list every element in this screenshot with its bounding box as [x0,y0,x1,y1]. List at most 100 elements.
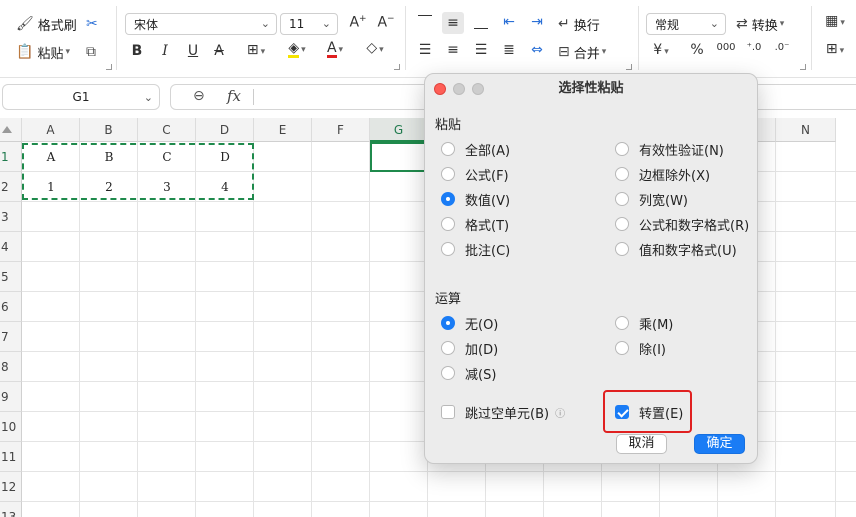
copy-button[interactable]: ⧉ [86,40,96,64]
column-header-d[interactable]: D [196,118,254,142]
decrease-indent-icon[interactable]: ⇤ [500,14,518,30]
info-icon[interactable]: ⓘ [555,405,565,420]
percent-icon[interactable]: % [688,42,706,58]
column-header-f[interactable]: F [312,118,370,142]
format-painter-button[interactable]: 🖌 格式刷 [16,12,77,36]
align-bottom-icon[interactable]: ⎽ [472,14,490,30]
column-header-n[interactable]: N [776,118,836,142]
radio-button[interactable] [615,217,629,231]
increase-font-icon[interactable]: A+ [348,14,368,31]
alignment-group-launcher[interactable] [626,64,632,70]
row-header-7[interactable]: 7 [0,322,22,352]
radio-button[interactable] [441,142,455,156]
name-box[interactable]: G1 ⌄ [2,84,160,110]
operation-option-radio[interactable]: 减(S) [441,364,496,383]
zoom-icon[interactable]: ⊖ [193,88,205,104]
currency-icon[interactable]: ¥ ▾ [648,42,674,58]
paste-option-radio[interactable]: 公式和数字格式(R) [615,215,749,234]
wrap-text-button[interactable]: ↵ 换行 [558,12,600,36]
row-header-3[interactable]: 3 [0,202,22,232]
radio-button[interactable] [615,167,629,181]
justify-icon[interactable]: ≣ [500,42,518,58]
italic-icon[interactable]: I [158,43,172,59]
paste-option-radio[interactable]: 格式(T) [441,215,509,234]
align-middle-icon[interactable]: ≡ [442,12,464,34]
paste-option-radio[interactable]: 批注(C) [441,240,510,259]
cut-button[interactable]: ✂ [86,12,98,36]
fx-icon[interactable]: fx [227,87,241,105]
column-header-c[interactable]: C [138,118,196,142]
row-header-2[interactable]: 2 [0,172,22,202]
radio-button[interactable] [441,167,455,181]
column-header-e[interactable]: E [254,118,312,142]
conditional-format-icon[interactable]: ▦ ▾ [820,13,850,29]
row-header-9[interactable]: 9 [0,382,22,412]
underline-icon[interactable]: U [186,43,200,59]
decrease-font-icon[interactable]: A− [376,14,396,31]
radio-button[interactable] [441,316,455,330]
clear-format-icon[interactable]: ◇ ▾ [360,40,390,56]
radio-button[interactable] [615,142,629,156]
radio-button[interactable] [615,341,629,355]
row-header-12[interactable]: 12 [0,472,22,502]
font-size-select[interactable]: 11 ⌄ [280,13,338,35]
operation-option-radio[interactable]: 加(D) [441,339,498,358]
cancel-button[interactable]: 取消 [616,434,667,454]
row-header-11[interactable]: 11 [0,442,22,472]
font-group-launcher[interactable] [394,64,400,70]
active-cell[interactable] [370,142,429,172]
paste-option-radio[interactable]: 全部(A) [441,140,510,159]
radio-button[interactable] [441,242,455,256]
row-header-6[interactable]: 6 [0,292,22,322]
paste-option-radio[interactable]: 边框除外(X) [615,165,710,184]
table-style-icon[interactable]: ⊞ ▾ [820,41,850,57]
radio-button[interactable] [615,316,629,330]
align-top-icon[interactable]: ⎺ [416,14,434,30]
radio-button[interactable] [441,366,455,380]
increase-decimal-icon[interactable]: ⁺.0 [744,42,764,53]
font-color-icon[interactable]: A ▾ [320,40,350,58]
radio-button[interactable] [441,192,455,206]
row-header-10[interactable]: 10 [0,412,22,442]
number-format-select[interactable]: 常规 ⌄ [646,13,726,35]
align-center-icon[interactable]: ≡ [444,42,462,58]
increase-indent-icon[interactable]: ⇥ [528,14,546,30]
operation-option-radio[interactable]: 无(O) [441,314,498,333]
radio-button[interactable] [441,217,455,231]
row-header-5[interactable]: 5 [0,262,22,292]
row-header-13[interactable]: 13 [0,502,22,517]
paste-option-radio[interactable]: 值和数字格式(U) [615,240,737,259]
paste-option-radio[interactable]: 列宽(W) [615,190,688,209]
ok-button[interactable]: 确定 [694,434,745,454]
radio-button[interactable] [615,192,629,206]
decrease-decimal-icon[interactable]: .0⁻ [772,42,792,53]
skip-blanks-checkbox[interactable]: 跳过空单元(B) ⓘ [441,403,565,422]
distribute-icon[interactable]: ⇔ [528,42,546,58]
clipboard-group-launcher[interactable] [106,64,112,70]
merge-button[interactable]: ⊟ 合并 ▾ [558,40,606,64]
column-header-a[interactable]: A [22,118,80,142]
strikethrough-icon[interactable]: A [212,43,226,59]
row-header-1[interactable]: 1 [0,142,22,172]
align-left-icon[interactable]: ☰ [416,42,434,58]
column-header-g[interactable]: G [370,118,428,142]
paste-option-radio[interactable]: 公式(F) [441,165,509,184]
convert-button[interactable]: ⇄ 转换 ▾ [736,12,784,36]
paste-option-radio[interactable]: 数值(V) [441,190,510,209]
transpose-box[interactable] [615,405,629,419]
row-header-4[interactable]: 4 [0,232,22,262]
thousands-icon[interactable]: 000 [716,42,736,53]
number-group-launcher[interactable] [800,64,806,70]
radio-button[interactable] [615,242,629,256]
font-name-select[interactable]: 宋体 ⌄ [125,13,277,35]
skip-blanks-box[interactable] [441,405,455,419]
borders-icon[interactable]: ⊞ ▾ [242,42,270,58]
radio-button[interactable] [441,341,455,355]
paste-option-radio[interactable]: 有效性验证(N) [615,140,724,159]
bold-icon[interactable]: B [130,43,144,59]
operation-option-radio[interactable]: 乘(M) [615,314,673,333]
transpose-checkbox[interactable]: 转置(E) [615,403,683,422]
column-header-b[interactable]: B [80,118,138,142]
fill-color-icon[interactable]: ◈ ▾ [282,40,312,58]
operation-option-radio[interactable]: 除(I) [615,339,666,358]
